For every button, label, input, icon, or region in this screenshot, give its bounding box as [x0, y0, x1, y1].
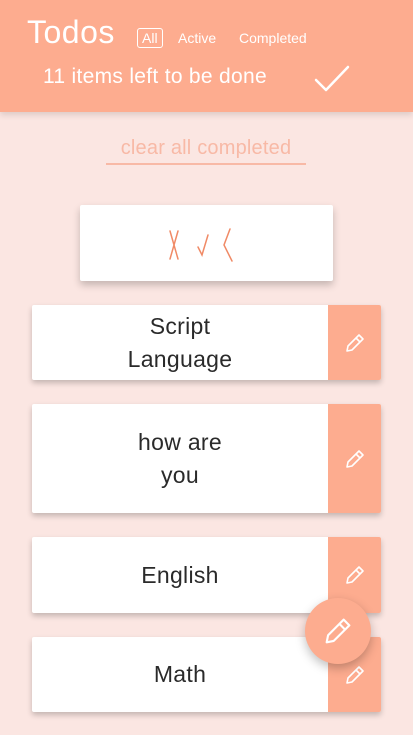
pencil-icon — [325, 618, 351, 644]
pencil-icon — [345, 665, 364, 684]
todo-item[interactable]: Script Language — [32, 305, 381, 380]
app-title: Todos — [27, 14, 115, 50]
filter-all[interactable]: All — [137, 28, 163, 48]
check-icon[interactable] — [314, 64, 350, 94]
edit-button[interactable] — [328, 305, 381, 380]
floating-edit-button[interactable] — [305, 598, 371, 664]
items-left-counter: 11 items left to be done — [43, 65, 267, 88]
todo-text: how are you — [138, 428, 222, 488]
app-header: Todos All Active Completed 11 items left… — [0, 0, 413, 112]
handwriting-icon — [169, 228, 233, 262]
new-todo-input[interactable] — [80, 205, 333, 281]
todo-text: Script Language — [127, 312, 233, 372]
todo-text: Math — [153, 661, 207, 687]
pencil-icon — [345, 449, 364, 468]
pencil-icon — [345, 566, 364, 584]
filter-active[interactable]: Active — [178, 29, 216, 47]
filter-completed[interactable]: Completed — [239, 29, 307, 47]
clear-completed-link[interactable]: clear all completed — [106, 136, 306, 165]
todo-item[interactable]: how are you — [32, 404, 381, 513]
todo-text: English — [141, 561, 219, 588]
edit-button[interactable] — [328, 404, 381, 513]
pencil-icon — [345, 333, 364, 352]
